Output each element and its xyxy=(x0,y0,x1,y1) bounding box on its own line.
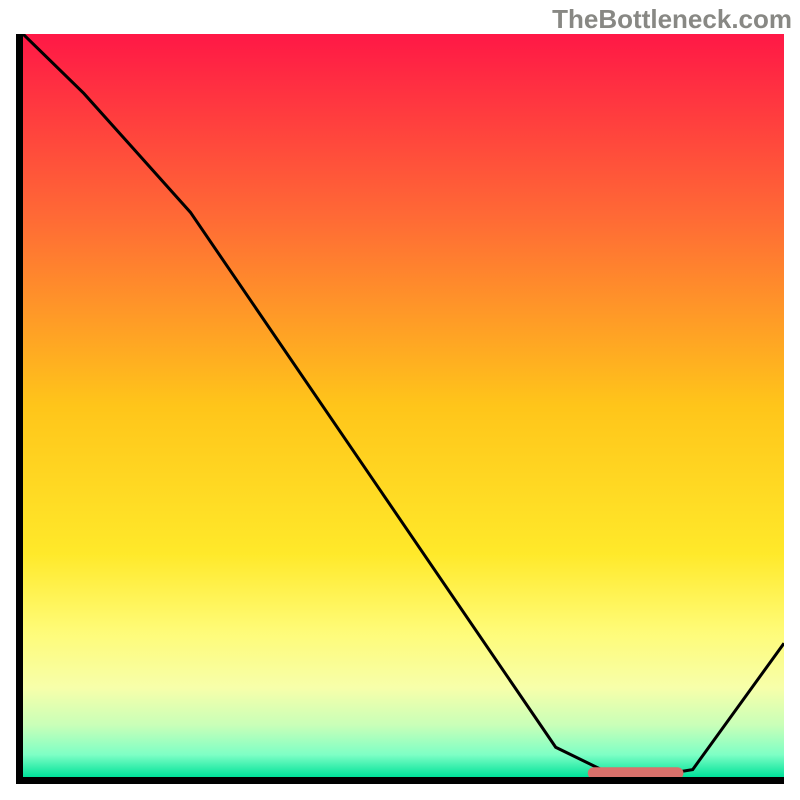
watermark-text: TheBottleneck.com xyxy=(552,4,792,35)
chart-container: TheBottleneck.com xyxy=(0,0,800,800)
chart-background xyxy=(23,34,784,777)
chart-svg xyxy=(23,34,784,777)
plot-area xyxy=(16,34,784,784)
